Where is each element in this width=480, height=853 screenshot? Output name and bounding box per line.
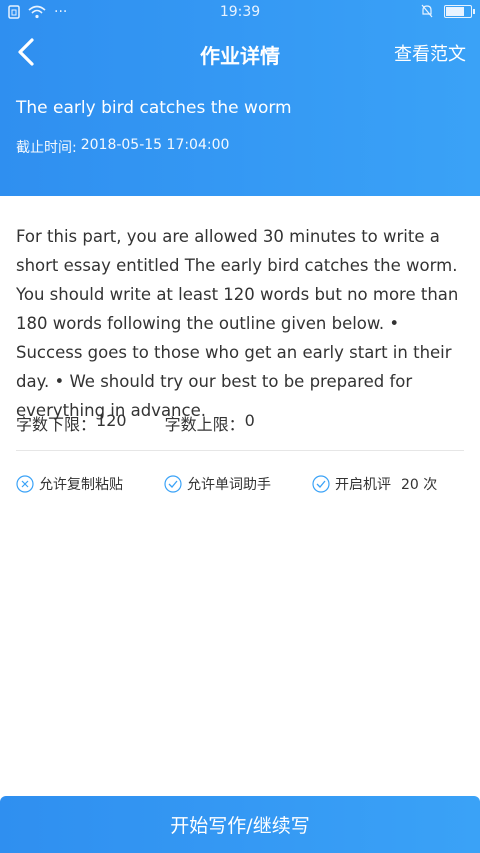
start-writing-button[interactable]: 开始写作/继续写 bbox=[0, 796, 480, 853]
assignment-title: The early bird catches the worm bbox=[16, 98, 292, 118]
max-words-label: 字数上限： bbox=[164, 415, 245, 434]
deadline: 截止时间: 2018-05-15 17:04:00 bbox=[16, 137, 229, 157]
nav-bar: 作业详情 查看范文 bbox=[0, 30, 480, 74]
check-circle-icon bbox=[312, 475, 330, 493]
feature-word-assistant: 允许单词助手 bbox=[164, 474, 312, 494]
feature-machine-review: 开启机评 20 次 bbox=[312, 474, 460, 494]
review-count: 20 次 bbox=[401, 477, 438, 493]
feature-copy-paste: 允许复制粘贴 bbox=[16, 474, 164, 494]
feature-label: 允许复制粘贴 bbox=[39, 477, 123, 493]
feature-label: 开启机评 bbox=[335, 477, 391, 493]
check-circle-icon bbox=[164, 475, 182, 493]
max-words-value: 0 bbox=[244, 411, 255, 430]
status-bar: ··· 19:39 bbox=[0, 0, 480, 24]
min-words-label: 字数下限： bbox=[16, 415, 97, 434]
min-words-value: 120 bbox=[96, 411, 127, 430]
feature-label: 允许单词助手 bbox=[187, 477, 271, 493]
start-writing-label: 开始写作/继续写 bbox=[170, 815, 310, 837]
deadline-value: 2018-05-15 17:04:00 bbox=[80, 137, 230, 153]
bell-muted-icon bbox=[421, 4, 433, 18]
max-words: 字数上限： 0 bbox=[165, 411, 255, 435]
status-time: 19:39 bbox=[219, 4, 261, 20]
deadline-label: 截止时间: bbox=[16, 140, 77, 156]
status-right bbox=[420, 4, 475, 18]
header: ··· 19:39 作业详情 查看范文 The early bird catch… bbox=[0, 0, 480, 196]
divider bbox=[16, 450, 464, 451]
battery-icon bbox=[444, 4, 475, 18]
word-limits: 字数下限： 120 字数上限： 0 bbox=[16, 411, 255, 435]
feature-list: 允许复制粘贴 允许单词助手 开启机评 20 次 bbox=[16, 474, 460, 494]
assignment-prompt: For this part, you are allowed 30 minute… bbox=[16, 227, 459, 420]
view-sample-essay-link[interactable]: 查看范文 bbox=[394, 40, 466, 66]
min-words: 字数下限： 120 bbox=[16, 411, 127, 435]
x-circle-icon bbox=[16, 475, 34, 493]
